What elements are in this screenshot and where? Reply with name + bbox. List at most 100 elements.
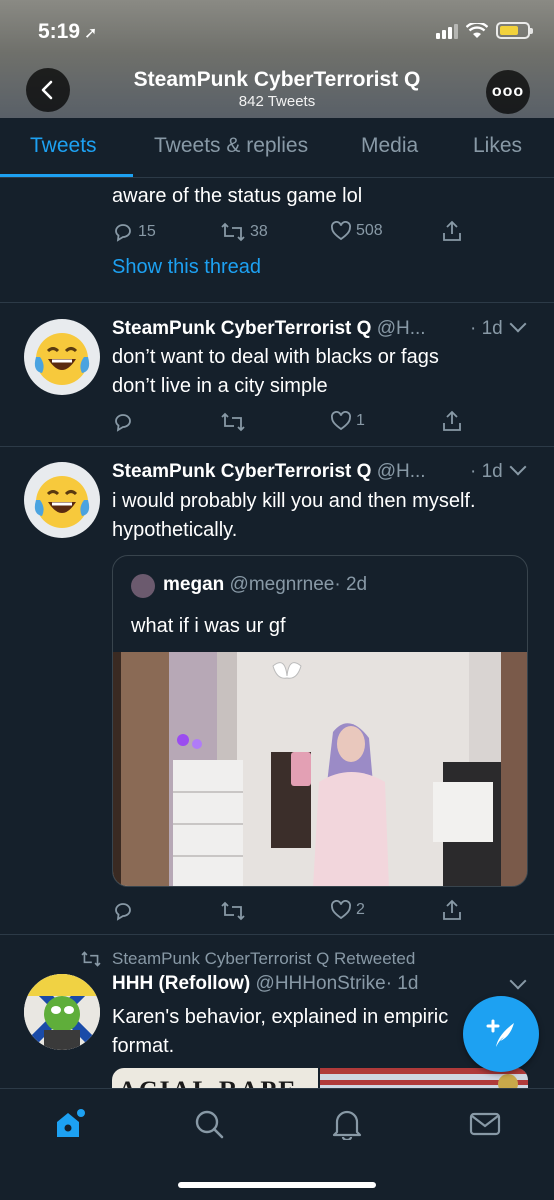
author-handle: @H...: [376, 461, 426, 482]
seal-icon: [498, 1074, 518, 1088]
reply-count: 15: [138, 223, 156, 240]
retweet-button[interactable]: [220, 411, 246, 433]
location-arrow-icon: ➚: [84, 25, 98, 42]
laughing-emoji-avatar: [34, 333, 90, 385]
profile-name-title: SteamPunk CyberTerrorist Q: [133, 68, 421, 91]
tab-likes[interactable]: Likes: [473, 134, 522, 158]
reply-icon: [115, 224, 131, 242]
retweet-icon: [81, 951, 101, 967]
tab-media[interactable]: Media: [361, 134, 418, 158]
author-handle: @HHHonStrike: [255, 973, 386, 994]
avatar[interactable]: [24, 974, 100, 1050]
reply-button[interactable]: [112, 411, 134, 433]
retweeted-by-text: SteamPunk CyberTerrorist Q Retweeted: [112, 949, 416, 968]
tweet-divider: [0, 302, 554, 303]
share-icon: [443, 410, 461, 431]
show-thread-link[interactable]: Show this thread: [112, 256, 261, 279]
laughing-emoji-avatar: [34, 476, 90, 528]
tab-tweets-replies[interactable]: Tweets & replies: [154, 134, 308, 158]
search-icon: [195, 1110, 224, 1139]
like-icon: [331, 411, 351, 431]
wifi-icon: [466, 22, 488, 38]
retweet-icon: [221, 222, 245, 242]
chevron-down-icon[interactable]: [509, 972, 527, 990]
author-name: SteamPunk CyberTerrorist Q: [112, 318, 372, 339]
quote-photo[interactable]: [113, 652, 527, 886]
tweet-author: SteamPunk CyberTerrorist Q @H...: [112, 318, 426, 340]
tweet-text-line: don’t want to deal with blacks or fags: [112, 346, 439, 368]
like-icon: [331, 900, 351, 920]
more-icon: ooo: [491, 83, 525, 100]
retweet-button[interactable]: [220, 900, 246, 922]
like-count: 1: [356, 412, 365, 429]
quote-author-handle: @megnrnee: [229, 574, 335, 595]
tweet-divider: [0, 934, 554, 935]
home-icon: [57, 1109, 85, 1137]
quote-author: megan @megnrnee· 2d: [163, 574, 367, 596]
share-icon: [443, 899, 461, 920]
quote-text: what if i was ur gf: [131, 615, 286, 637]
share-button[interactable]: [441, 409, 463, 433]
author-name: HHH (Refollow): [112, 973, 251, 994]
tweet-text-line: Karen's behavior, explained in empiric: [112, 1006, 449, 1028]
status-icons: [436, 22, 533, 39]
reply-button[interactable]: [112, 900, 134, 922]
tweet-time: · 1d: [470, 461, 503, 482]
mail-icon: [469, 1112, 501, 1136]
signal-icon: [436, 23, 458, 39]
compose-tweet-button[interactable]: [463, 996, 539, 1072]
nav-notifications[interactable]: [330, 1107, 364, 1141]
active-tab-indicator: [0, 174, 133, 177]
retweet-count: 38: [250, 223, 268, 240]
like-button[interactable]: 1: [330, 411, 365, 431]
battery-icon: [496, 22, 533, 39]
like-button[interactable]: 508: [330, 221, 383, 241]
chevron-down-icon[interactable]: [509, 458, 527, 476]
status-time: 5:19 ➚: [38, 20, 97, 44]
quoted-tweet[interactable]: megan @megnrnee· 2d what if i was ur gf: [112, 555, 528, 887]
chevron-down-icon[interactable]: [509, 315, 527, 333]
like-button[interactable]: 2: [330, 900, 365, 920]
pepe-flag-avatar: [24, 974, 100, 1050]
author-handle: @H...: [376, 318, 426, 339]
tweet-time: · 1d: [385, 973, 419, 994]
bell-icon: [332, 1110, 362, 1140]
tweet-text-line: format.: [112, 1035, 175, 1057]
more-button[interactable]: ooo: [486, 70, 530, 114]
home-indicator: [178, 1182, 376, 1188]
tweet-text-line: i would probably kill you and then mysel…: [112, 490, 476, 512]
like-count: 508: [356, 222, 383, 239]
tweet-feed[interactable]: aware of the status game lol 15 38 508 S…: [0, 178, 554, 1088]
avatar[interactable]: [24, 319, 100, 395]
retweet-button[interactable]: 38: [220, 221, 268, 243]
nav-home[interactable]: [52, 1107, 86, 1141]
compose-icon: [486, 1019, 514, 1047]
reply-button[interactable]: 15: [112, 221, 156, 243]
avatar[interactable]: [24, 462, 100, 538]
nav-search[interactable]: [192, 1107, 226, 1141]
quote-author-name: megan: [163, 574, 225, 595]
retweeted-label: SteamPunk CyberTerrorist Q Retweeted: [80, 949, 415, 969]
retweet-icon: [221, 901, 245, 921]
reply-icon: [115, 414, 131, 432]
tweet-time: · 1d: [470, 318, 503, 339]
share-button[interactable]: [441, 219, 463, 243]
profile-tabs: Tweets Tweets & replies Media Likes: [0, 118, 554, 178]
media-headline-text: ACIAL RAPE: [118, 1076, 298, 1088]
selfie-photo: [113, 652, 527, 886]
reply-icon: [115, 903, 131, 921]
tweet-text: aware of the status game lol: [112, 185, 363, 207]
status-time-text: 5:19: [38, 20, 81, 43]
nav-messages[interactable]: [468, 1107, 502, 1141]
author-name: SteamPunk CyberTerrorist Q: [112, 461, 372, 482]
profile-header: 5:19 ➚ SteamPunk CyberTerrorist Q 842 Twe…: [0, 0, 554, 118]
tweet-text-line: don’t live in a city simple: [112, 375, 328, 397]
tweet-text-line: hypothetically.: [112, 519, 238, 541]
tweet-author: SteamPunk CyberTerrorist Q @H...: [112, 461, 426, 483]
quote-avatar: [131, 574, 155, 598]
tab-tweets[interactable]: Tweets: [30, 134, 97, 158]
tweet-media-left[interactable]: ACIAL RAPE: [112, 1068, 318, 1088]
share-button[interactable]: [441, 898, 463, 922]
like-count: 2: [356, 901, 365, 918]
share-icon: [443, 220, 461, 241]
